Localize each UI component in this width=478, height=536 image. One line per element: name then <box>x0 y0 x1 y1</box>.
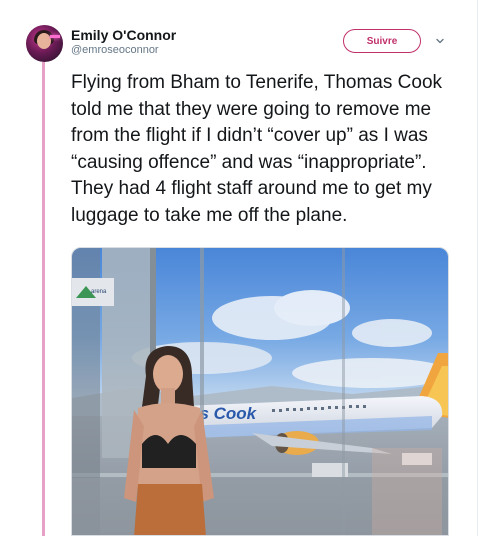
avatar-face <box>37 33 51 49</box>
avatar-neon-light <box>50 35 60 38</box>
follow-button[interactable]: Suivre <box>343 29 421 53</box>
author-display-name[interactable]: Emily O'Connor <box>71 27 176 43</box>
author-handle[interactable]: @emroseoconnor <box>71 44 159 56</box>
thread-connector-line <box>42 62 45 536</box>
tweet-photo[interactable]: as Cook arena <box>71 247 449 536</box>
avatar[interactable] <box>26 25 63 62</box>
glass-glare <box>372 448 442 535</box>
tweet-text: Flying from Bham to Tenerife, Thomas Coo… <box>71 72 443 226</box>
chevron-down-icon[interactable] <box>435 36 445 46</box>
